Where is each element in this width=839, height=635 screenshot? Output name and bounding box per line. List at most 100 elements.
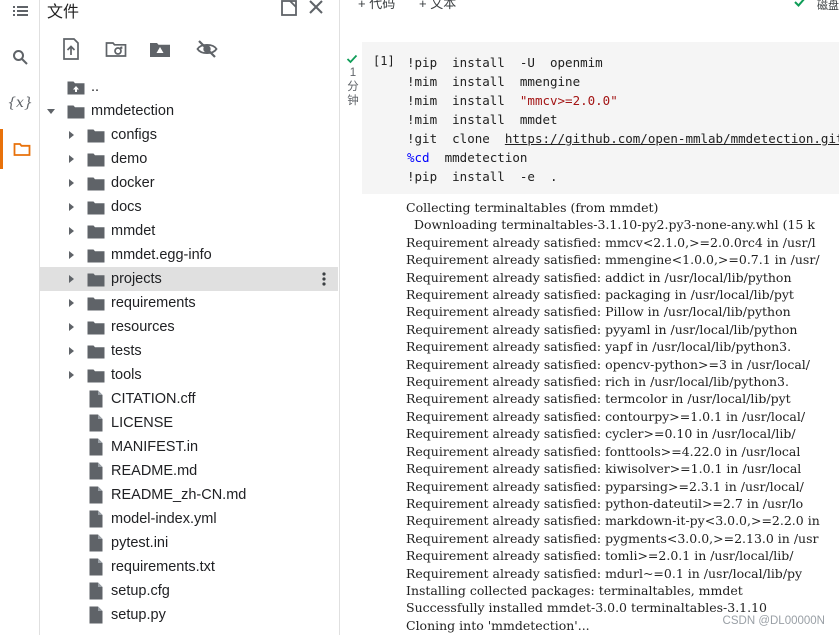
tree-parent-row[interactable]: .. bbox=[40, 75, 338, 99]
tree-file-row[interactable]: README_zh-CN.md bbox=[40, 483, 338, 507]
output-line: Requirement already satisfied: markdown-… bbox=[406, 513, 820, 529]
tree-item-label: configs bbox=[111, 127, 157, 143]
tree-folder-row[interactable]: resources bbox=[40, 315, 338, 339]
tree-root-row[interactable]: mmdetection bbox=[40, 99, 338, 123]
chevron-right-icon[interactable] bbox=[65, 177, 77, 189]
output-line: Collecting terminaltables (from mmdet) bbox=[406, 200, 659, 215]
code-cell[interactable]: !pip install -U openmim !mim install mmen… bbox=[362, 42, 839, 194]
cell-output: Collecting terminaltables (from mmdet) D… bbox=[406, 199, 820, 634]
tree-item-label: LICENSE bbox=[111, 415, 174, 431]
folder-icon bbox=[86, 174, 106, 192]
chevron-right-icon[interactable] bbox=[65, 345, 77, 357]
code-line: !pip install -e . bbox=[407, 167, 839, 186]
tree-item-label: projects bbox=[111, 271, 162, 287]
file-icon bbox=[86, 510, 106, 528]
tree-folder-row[interactable]: demo bbox=[40, 147, 338, 171]
chevron-right-icon[interactable] bbox=[65, 225, 77, 237]
code-line: %cd mmdetection bbox=[407, 148, 839, 167]
output-line: Requirement already satisfied: termcolor… bbox=[406, 391, 791, 407]
chevron-right-icon[interactable] bbox=[65, 273, 77, 285]
tree-item-label: model-index.yml bbox=[111, 511, 217, 527]
folder-up-icon bbox=[66, 78, 86, 96]
tree-item-label: requirements bbox=[111, 295, 196, 311]
chevron-right-icon[interactable] bbox=[65, 297, 77, 309]
tree-file-row[interactable]: setup.py bbox=[40, 603, 338, 627]
tree-file-row[interactable]: setup.cfg bbox=[40, 579, 338, 603]
folder-icon bbox=[86, 318, 106, 336]
file-icon bbox=[86, 462, 106, 480]
disk-indicator[interactable]: 磁盘 bbox=[817, 0, 839, 13]
code-line: !mim install mmdet bbox=[407, 110, 839, 129]
tree-folder-row[interactable]: tools bbox=[40, 363, 338, 387]
output-line: Requirement already satisfied: contourpy… bbox=[406, 408, 806, 424]
output-line: Requirement already satisfied: pyyaml in… bbox=[406, 321, 798, 337]
chevron-right-icon[interactable] bbox=[65, 153, 77, 165]
tree-folder-row[interactable]: projects bbox=[40, 267, 338, 291]
tree-folder-row[interactable]: mmdet bbox=[40, 219, 338, 243]
tree-file-row[interactable]: LICENSE bbox=[40, 411, 338, 435]
mount-drive-icon[interactable] bbox=[148, 37, 172, 61]
tree-item-label: .. bbox=[91, 79, 100, 95]
chevron-right-icon[interactable] bbox=[65, 249, 77, 261]
add-code-button[interactable]: + 代码 bbox=[358, 0, 395, 12]
folder-icon bbox=[66, 102, 86, 120]
code-line: !git clone https://github.com/open-mmlab… bbox=[407, 129, 839, 148]
add-text-button[interactable]: + 文本 bbox=[419, 0, 456, 12]
folder-icon bbox=[86, 270, 106, 288]
tree-file-row[interactable]: requirements.txt bbox=[40, 555, 338, 579]
code-line: !mim install mmengine bbox=[407, 72, 839, 91]
output-line: Requirement already satisfied: addict in… bbox=[406, 269, 792, 285]
tree-folder-row[interactable]: mmdet.egg-info bbox=[40, 243, 338, 267]
tree-folder-row[interactable]: configs bbox=[40, 123, 338, 147]
chevron-right-icon[interactable] bbox=[65, 201, 77, 213]
open-in-tab-icon[interactable] bbox=[278, 0, 300, 19]
table-of-contents-icon[interactable] bbox=[0, 0, 40, 31]
tree-item-label: pytest.ini bbox=[111, 535, 169, 551]
tree-folder-row[interactable]: tests bbox=[40, 339, 338, 363]
hide-hidden-files-icon[interactable] bbox=[195, 37, 219, 61]
notebook-toolbar: + 代码 + 文本 磁盘 bbox=[341, 0, 839, 14]
code-link[interactable]: https://github.com/open-mmlab/mmdetectio… bbox=[505, 131, 839, 146]
tree-file-row[interactable]: README.md bbox=[40, 459, 338, 483]
file-icon bbox=[86, 414, 106, 432]
chevron-down-icon[interactable] bbox=[45, 105, 57, 117]
tree-item-label: tools bbox=[111, 367, 142, 383]
refresh-folder-icon[interactable] bbox=[104, 37, 128, 61]
output-line: Installing collected packages: terminalt… bbox=[406, 582, 743, 598]
tree-item-label: CITATION.cff bbox=[111, 391, 196, 407]
files-toolbar bbox=[40, 34, 339, 64]
tree-item-label: resources bbox=[111, 319, 175, 335]
search-icon[interactable] bbox=[0, 37, 40, 77]
code-magic: %cd bbox=[407, 150, 430, 165]
code-string: "mmcv>=2.0.0" bbox=[519, 93, 618, 108]
output-line: Requirement already satisfied: yapf in /… bbox=[406, 339, 792, 355]
chevron-right-icon[interactable] bbox=[65, 369, 77, 381]
tree-file-row[interactable]: MANIFEST.in bbox=[40, 435, 338, 459]
output-line: Requirement already satisfied: cycler>=0… bbox=[406, 426, 796, 442]
file-tree: .. mmdetection configs demo docker docs mmdet m… bbox=[40, 75, 339, 627]
output-line: Requirement already satisfied: Pillow in… bbox=[406, 304, 791, 320]
chevron-right-icon[interactable] bbox=[65, 129, 77, 141]
more-vert-icon[interactable] bbox=[316, 270, 332, 288]
output-line: Requirement already satisfied: opencv-py… bbox=[406, 356, 810, 372]
folder-icon[interactable] bbox=[0, 129, 40, 169]
code-editor[interactable]: !pip install -U openmim !mim install mmen… bbox=[407, 53, 839, 186]
close-icon[interactable] bbox=[305, 0, 327, 19]
folder-icon bbox=[86, 150, 106, 168]
tree-folder-row[interactable]: docker bbox=[40, 171, 338, 195]
upload-icon[interactable] bbox=[59, 37, 83, 61]
tree-file-row[interactable]: CITATION.cff bbox=[40, 387, 338, 411]
chevron-right-icon[interactable] bbox=[65, 321, 77, 333]
tree-item-label: setup.cfg bbox=[111, 583, 170, 599]
code-line: !mim install "mmcv>=2.0.0" bbox=[407, 91, 839, 110]
variables-icon[interactable]: {x} bbox=[0, 83, 40, 123]
tree-folder-row[interactable]: docs bbox=[40, 195, 338, 219]
folder-icon bbox=[86, 222, 106, 240]
tree-file-row[interactable]: model-index.yml bbox=[40, 507, 338, 531]
code-token: !mim install mmengine bbox=[407, 74, 581, 89]
file-icon bbox=[86, 582, 106, 600]
tree-folder-row[interactable]: requirements bbox=[40, 291, 338, 315]
tree-file-row[interactable]: pytest.ini bbox=[40, 531, 338, 555]
folder-icon bbox=[86, 198, 106, 216]
tree-item-label: tests bbox=[111, 343, 142, 359]
